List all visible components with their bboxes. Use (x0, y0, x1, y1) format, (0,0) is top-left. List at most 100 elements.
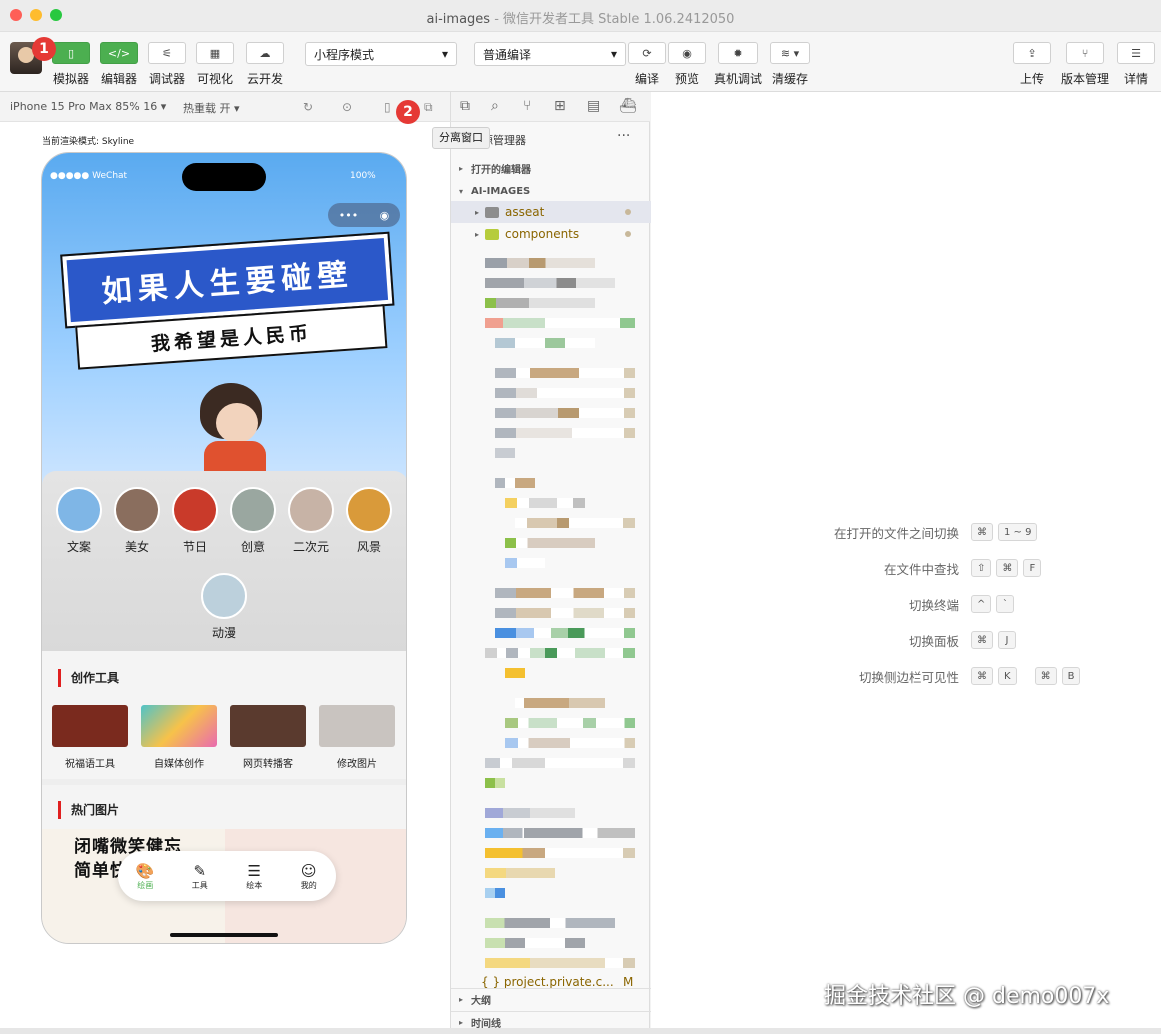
chevron-right-icon: ▸ (458, 1018, 463, 1027)
status-battery: 100% (350, 171, 376, 181)
source-control-icon[interactable]: ⑂ (523, 98, 531, 114)
annotation-badge-2: 2 (396, 100, 420, 124)
category-item[interactable]: 文案 (49, 487, 109, 555)
category-thumbnail (201, 573, 247, 619)
shortcut-hint: 在文件中查找 ⇧ ⌘ F (651, 558, 1161, 578)
user-icon: ☺ (300, 861, 317, 880)
extensions-icon[interactable]: ⊞ (554, 98, 566, 114)
eye-icon: ◉ (682, 46, 692, 60)
outline-panel[interactable]: ▸ 大纲 (451, 988, 651, 1010)
category-item[interactable]: 节日 (165, 487, 225, 555)
compile-mode-select[interactable]: 普通编译 ▾ (474, 42, 626, 66)
hot-reload-toggle[interactable]: 热重载 开 ▾ (183, 100, 240, 116)
clear-cache-button[interactable]: ≋ ▾ (770, 42, 810, 64)
render-mode-label: 当前渲染模式: Skyline (42, 137, 135, 147)
shortcut-hint: 切换面板 ⌘ J (651, 630, 1161, 650)
dynamic-island (182, 163, 266, 191)
details-button[interactable]: ☰ (1117, 42, 1155, 64)
storage-icon[interactable]: ▤ (587, 98, 600, 114)
more-menu-button[interactable]: ••• (339, 209, 358, 222)
book-icon: ☰ (247, 861, 261, 880)
category-item[interactable]: 二次元 (281, 487, 341, 555)
tool-card[interactable]: 自媒体创作 (139, 705, 219, 770)
code-icon: </> (107, 46, 131, 60)
category-thumbnail (114, 487, 160, 533)
open-editors-group[interactable]: ▸ 打开的编辑器 (451, 157, 651, 179)
tab-tools[interactable]: ✎ 工具 (180, 862, 220, 891)
shortcut-hint: 切换终端 ^ ` (651, 594, 1161, 614)
section-title: 热门图片 (58, 801, 119, 819)
tool-thumbnail (230, 705, 306, 747)
files-icon[interactable]: ⧉ (460, 98, 470, 114)
file-explorer: 资源管理器 ··· ▸ 打开的编辑器 ▾ AI-IMAGES ▸ asseat ▸ co… (450, 122, 651, 1030)
cloud-button[interactable]: ☁ (246, 42, 284, 64)
search-icon[interactable]: ⌕ (491, 98, 499, 114)
upload-icon: ⇪ (1027, 46, 1037, 60)
more-icon[interactable]: ··· (617, 128, 630, 144)
edit-icon: ✎ (193, 861, 207, 880)
detach-window-icon[interactable]: ⧉ (424, 100, 433, 115)
section-title: 创作工具 (58, 669, 119, 687)
layout-icon: ▦ (209, 46, 221, 60)
simulator-header: iPhone 15 Pro Max 85% 16 ▾ 热重载 开 ▾ ↻ ⊙ ▯… (0, 92, 450, 122)
category-item[interactable]: 风景 (339, 487, 399, 555)
category-thumbnail (230, 487, 276, 533)
main-toolbar: ▯ 模拟器 </> 编辑器 ⚟ 调试器 ▦ 可视化 ☁ 云开发 小程序模式 ▾ 普… (0, 32, 1161, 92)
stop-icon[interactable]: ⊙ (342, 100, 352, 114)
phone-frame: ●●●●● WeChat 100% ••• ◉ 如果人生要碰壁 我希望是人民币 … (41, 152, 407, 944)
chevron-right-icon: ▸ (474, 207, 479, 217)
category-thumbnail (288, 487, 334, 533)
simulator-panel: 当前渲染模式: Skyline ●●●●● WeChat 100% ••• ◉ … (0, 122, 450, 1028)
git-branch-icon: ⑂ (1081, 46, 1089, 60)
debugger-toggle-button[interactable]: ⚟ (148, 42, 186, 64)
tab-draw[interactable]: 🎨 绘画 (125, 862, 165, 891)
category-item[interactable]: 创意 (223, 487, 283, 555)
editor-toggle-button[interactable]: </> (100, 42, 138, 64)
simulator-toggle-button[interactable]: ▯ (52, 42, 90, 64)
folder-components[interactable]: ▸ components (451, 223, 651, 245)
real-debug-button[interactable]: ✹ (718, 42, 758, 64)
creation-tools-section: 创作工具 祝福语工具 自媒体创作 网页转播客 修改图片 (42, 651, 406, 779)
version-button[interactable]: ⑂ (1066, 42, 1104, 64)
device-select[interactable]: iPhone 15 Pro Max 85% 16 ▾ (10, 100, 166, 113)
upload-label: 上传 (1019, 72, 1044, 86)
simulator-label: 模拟器 (52, 72, 89, 86)
mode-select[interactable]: 小程序模式 ▾ (305, 42, 457, 66)
clear-cache-label: 清缓存 (771, 72, 808, 86)
compile-button[interactable]: ⟳ (628, 42, 666, 64)
status-bar (0, 1028, 1161, 1034)
real-debug-label: 真机调试 (713, 72, 762, 86)
hot-images-section: 热门图片 (42, 785, 406, 829)
tab-mine[interactable]: ☺ 我的 (289, 862, 329, 891)
caret-down-icon: ▾ (441, 47, 448, 61)
docker-icon[interactable]: ⛴ (619, 98, 637, 114)
folder-asseat[interactable]: ▸ asseat (451, 201, 651, 223)
compile-label: 编译 (634, 72, 659, 86)
mini-program-capsule: ••• ◉ (328, 203, 400, 227)
phone-icon[interactable]: ▯ (384, 100, 391, 114)
cloud-label: 云开发 (246, 72, 283, 86)
project-group[interactable]: ▾ AI-IMAGES (451, 180, 651, 202)
category-thumbnail (172, 487, 218, 533)
chevron-right-icon: ▸ (474, 229, 479, 239)
category-item[interactable]: 动漫 (194, 573, 254, 641)
tool-card[interactable]: 网页转播客 (228, 705, 308, 770)
category-panel: 文案 美女 节日 创意 二次元 风景 动漫 (42, 471, 406, 651)
tool-card[interactable]: 祝福语工具 (50, 705, 130, 770)
debugger-label: 调试器 (148, 72, 185, 86)
tab-picture-book[interactable]: ☰ 绘本 (234, 862, 274, 891)
tool-thumbnail (141, 705, 217, 747)
editor-empty-area: 在打开的文件之间切换 ⌘ 1 ~ 9 在文件中查找 ⇧ ⌘ F 切换终端 ^ ` 切换面… (651, 92, 1161, 1028)
category-item[interactable]: 美女 (107, 487, 167, 555)
close-program-button[interactable]: ◉ (380, 209, 390, 222)
shortcut-hint: 在打开的文件之间切换 ⌘ 1 ~ 9 (651, 522, 1161, 542)
chevron-right-icon: ▸ (458, 163, 463, 173)
tool-thumbnail (319, 705, 395, 747)
rotate-icon[interactable]: ↻ (303, 100, 313, 114)
preview-button[interactable]: ◉ (668, 42, 706, 64)
visual-toggle-button[interactable]: ▦ (196, 42, 234, 64)
preview-label: 预览 (674, 72, 699, 86)
upload-button[interactable]: ⇪ (1013, 42, 1051, 64)
watermark-text: 掘金技术社区 @ demo007x (824, 984, 1110, 1009)
tool-card[interactable]: 修改图片 (317, 705, 397, 770)
